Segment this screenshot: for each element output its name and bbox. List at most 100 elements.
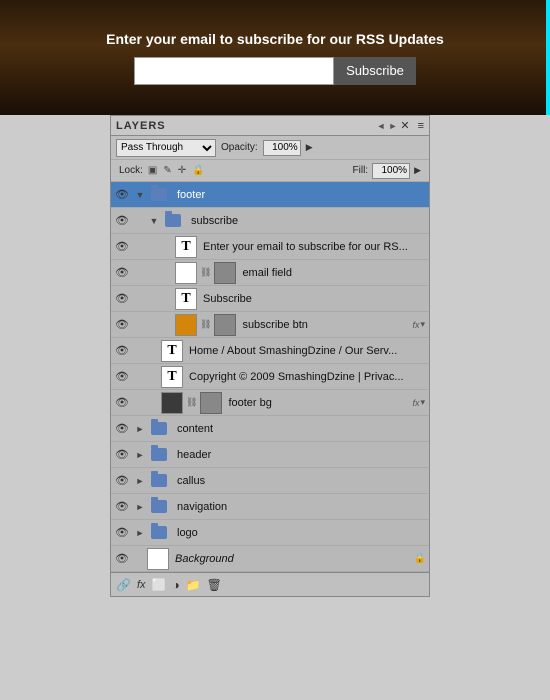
layer-row-content[interactable]: 👁 ► content xyxy=(111,416,429,442)
thumbnail-col xyxy=(147,548,169,570)
fill-input[interactable] xyxy=(372,163,410,179)
subscribe-button[interactable]: Subscribe xyxy=(334,57,416,85)
layers-titlebar: LAYERS ◄ ► ✕ ≡ xyxy=(111,116,429,136)
folder-thumb xyxy=(151,474,167,487)
expand-arrow-icon[interactable]: ► xyxy=(136,528,145,538)
layer-row-navigation[interactable]: 👁 ► navigation xyxy=(111,494,429,520)
menu-icon[interactable]: ≡ xyxy=(418,120,424,132)
visibility-toggle[interactable]: 👁 xyxy=(111,188,133,201)
visibility-toggle[interactable]: 👁 xyxy=(111,500,133,513)
layer-row-header[interactable]: 👁 ► header xyxy=(111,442,429,468)
eye-icon: 👁 xyxy=(115,292,129,305)
expand-arrow-icon[interactable]: ▼ xyxy=(136,190,145,200)
visibility-toggle[interactable]: 👁 xyxy=(111,552,133,565)
chain-icon: ⛓ xyxy=(200,267,211,278)
eye-icon: 👁 xyxy=(115,240,129,253)
layer-name: Home / About SmashingDzine / Our Serv... xyxy=(189,345,429,357)
eye-icon: 👁 xyxy=(115,318,129,331)
expand-arrow-icon[interactable]: ▼ xyxy=(150,216,159,226)
fill-label: Fill: xyxy=(353,165,369,176)
delete-layer-icon[interactable]: 🗑 xyxy=(207,578,222,592)
layer-name: footer bg xyxy=(228,397,412,409)
visibility-toggle[interactable]: 👁 xyxy=(111,266,133,279)
eye-icon: 👁 xyxy=(115,396,129,409)
visibility-toggle[interactable]: 👁 xyxy=(111,396,133,409)
layer-row-background[interactable]: 👁 Background 🔒 xyxy=(111,546,429,572)
lock-transparent-icon[interactable]: ▣ xyxy=(148,165,157,176)
layer-name: email field xyxy=(242,267,429,279)
expand-arrow-icon[interactable]: ► xyxy=(136,450,145,460)
close-icon[interactable]: ✕ xyxy=(400,119,409,132)
eye-icon: 👁 xyxy=(115,370,129,383)
visibility-toggle[interactable]: 👁 xyxy=(111,474,133,487)
thumbnail-col: T xyxy=(161,340,183,362)
layers-panel-title: LAYERS xyxy=(116,120,166,132)
thumbnail-col xyxy=(147,500,171,513)
layer-name: callus xyxy=(177,475,429,487)
layer-name: navigation xyxy=(177,501,429,513)
visibility-toggle[interactable]: 👁 xyxy=(111,448,133,461)
layer-row-footer[interactable]: 👁 ▼ footer xyxy=(111,182,429,208)
eye-icon: 👁 xyxy=(115,214,129,227)
fx-icon[interactable]: fx xyxy=(137,579,146,591)
top-banner: Enter your email to subscribe for our RS… xyxy=(0,0,550,115)
layers-panel: LAYERS ◄ ► ✕ ≡ Pass Through Normal Multi… xyxy=(110,115,430,597)
add-mask-icon[interactable]: ⬜ xyxy=(152,578,167,592)
thumbnail-col: T xyxy=(161,366,183,388)
layer-row-subscribe-btn-text[interactable]: 👁 T Subscribe xyxy=(111,286,429,312)
layer-name: Background xyxy=(175,553,414,565)
layer-name: Copyright © 2009 SmashingDzine | Privac.… xyxy=(189,371,429,383)
layer-row-footer-bg[interactable]: 👁 ⛓ footer bg fx ▾ xyxy=(111,390,429,416)
visibility-toggle[interactable]: 👁 xyxy=(111,370,133,383)
expand-col: ► xyxy=(133,528,147,538)
visibility-toggle[interactable]: 👁 xyxy=(111,422,133,435)
fx-badge: fx ▾ xyxy=(412,319,425,330)
visibility-toggle[interactable]: 👁 xyxy=(111,344,133,357)
eye-icon: 👁 xyxy=(115,552,129,565)
fill-arrow-icon[interactable]: ▶ xyxy=(414,165,421,176)
lock-all-icon[interactable]: 🔒 xyxy=(192,165,204,176)
lock-move-icon[interactable]: ✛ xyxy=(178,165,186,176)
thumbnail-col xyxy=(147,422,171,435)
layer-row-subscribe-btn[interactable]: 👁 ⛓ subscribe btn fx ▾ xyxy=(111,312,429,338)
layer-row-subscribe-text[interactable]: 👁 T Enter your email to subscribe for ou… xyxy=(111,234,429,260)
blend-mode-select[interactable]: Pass Through Normal Multiply xyxy=(116,139,216,157)
layer-row-email-field[interactable]: 👁 ⛓ email field xyxy=(111,260,429,286)
expand-arrow-icon[interactable]: ► xyxy=(136,502,145,512)
thumbnail-col: ⛓ xyxy=(175,314,236,336)
visibility-toggle[interactable]: 👁 xyxy=(111,526,133,539)
layer-list: 👁 ▼ footer 👁 ▼ subscribe 👁 xyxy=(111,182,429,572)
visibility-toggle[interactable]: 👁 xyxy=(111,240,133,253)
adjustments-icon[interactable]: ◑ xyxy=(172,578,179,592)
thumbnail-col xyxy=(161,214,185,227)
thumbnail-col xyxy=(147,448,171,461)
layer-name: logo xyxy=(177,527,429,539)
eye-icon: 👁 xyxy=(115,188,129,201)
layer-name: subscribe btn xyxy=(242,319,412,331)
scroll-left-icon[interactable]: ◄ xyxy=(377,121,386,131)
link-layers-icon[interactable]: 🔗 xyxy=(116,578,131,592)
expand-arrow-icon[interactable]: ► xyxy=(136,476,145,486)
layers-bottom-toolbar: 🔗 fx ⬜ ◑ 📁 🗑 xyxy=(111,572,429,596)
email-input[interactable] xyxy=(134,57,334,85)
thumbnail-col: ⛓ xyxy=(161,392,222,414)
lock-position-icon[interactable]: ✎ xyxy=(163,165,171,176)
expand-arrow-icon[interactable]: ► xyxy=(136,424,145,434)
visibility-toggle[interactable]: 👁 xyxy=(111,292,133,305)
layer-row-callus[interactable]: 👁 ► callus xyxy=(111,468,429,494)
visibility-toggle[interactable]: 👁 xyxy=(111,214,133,227)
layer-name: footer xyxy=(177,189,429,201)
new-group-icon[interactable]: 📁 xyxy=(186,578,201,592)
folder-thumb xyxy=(165,214,181,227)
opacity-arrow-icon[interactable]: ▶ xyxy=(306,142,313,153)
layer-row-subscribe[interactable]: 👁 ▼ subscribe xyxy=(111,208,429,234)
thumbnail-col: T xyxy=(175,288,197,310)
layer-row-copyright[interactable]: 👁 T Copyright © 2009 SmashingDzine | Pri… xyxy=(111,364,429,390)
scroll-right-icon[interactable]: ► xyxy=(388,121,397,131)
opacity-input[interactable] xyxy=(263,140,301,156)
lock-label: Lock: xyxy=(119,165,143,176)
layer-row-logo[interactable]: 👁 ► logo xyxy=(111,520,429,546)
layer-row-nav-links[interactable]: 👁 T Home / About SmashingDzine / Our Ser… xyxy=(111,338,429,364)
expand-col: ▼ xyxy=(133,190,147,200)
visibility-toggle[interactable]: 👁 xyxy=(111,318,133,331)
